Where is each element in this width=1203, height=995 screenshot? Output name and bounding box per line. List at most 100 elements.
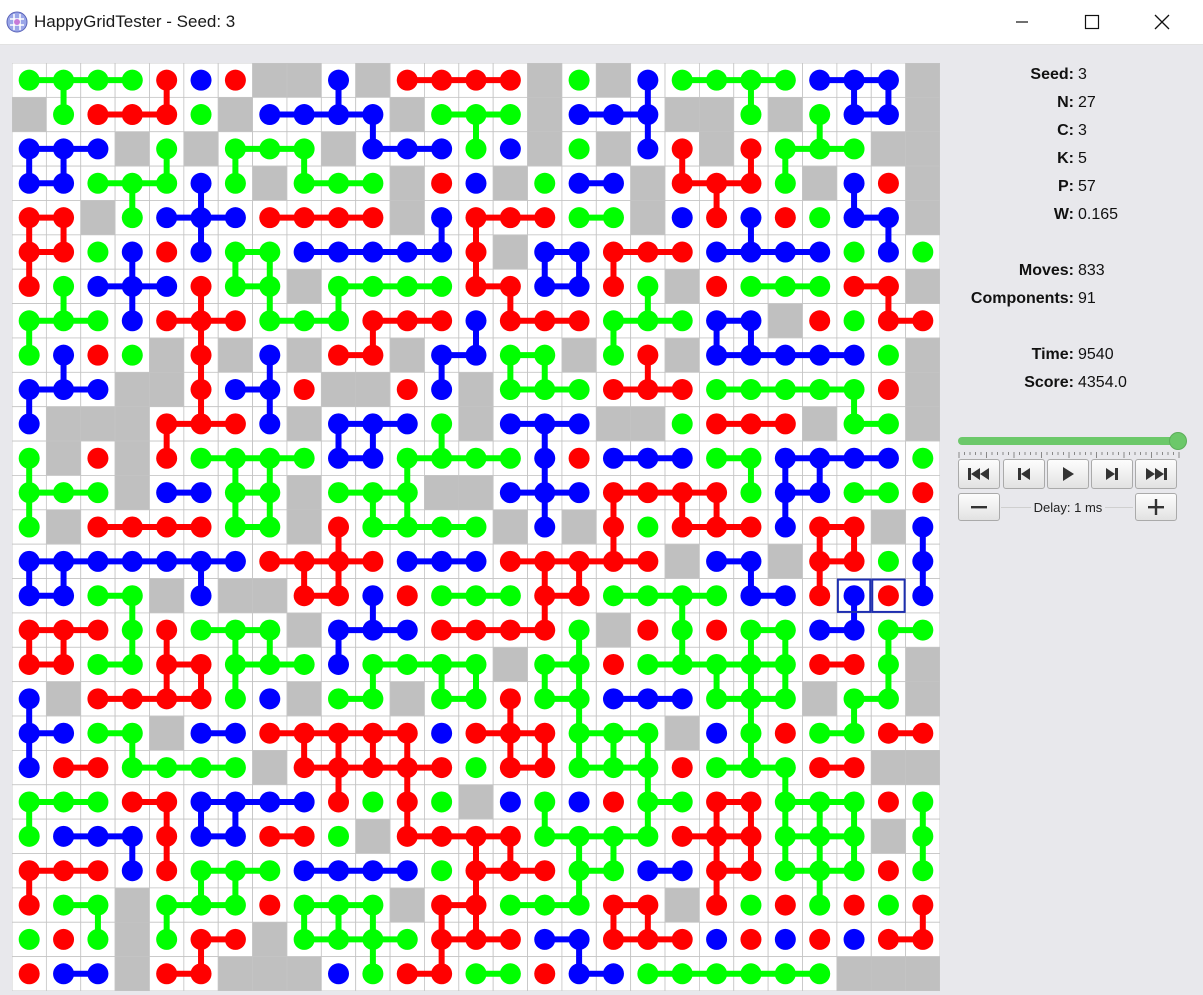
red-ball[interactable]: [431, 757, 453, 779]
red-ball[interactable]: [671, 516, 693, 538]
red-ball[interactable]: [18, 275, 40, 297]
red-ball[interactable]: [362, 310, 384, 332]
red-ball[interactable]: [740, 138, 762, 160]
red-ball[interactable]: [568, 550, 590, 572]
blue-ball[interactable]: [396, 619, 418, 641]
green-ball[interactable]: [602, 757, 624, 779]
green-ball[interactable]: [706, 963, 728, 985]
wall-cell[interactable]: [114, 131, 150, 167]
wall-cell[interactable]: [252, 921, 288, 958]
blue-ball[interactable]: [53, 963, 75, 985]
red-ball[interactable]: [534, 207, 556, 229]
close-button[interactable]: [1127, 0, 1197, 44]
blue-ball[interactable]: [53, 825, 75, 847]
red-ball[interactable]: [602, 379, 624, 401]
red-ball[interactable]: [87, 619, 109, 641]
green-ball[interactable]: [534, 688, 556, 710]
red-ball[interactable]: [877, 791, 899, 813]
red-ball[interactable]: [877, 722, 899, 744]
green-ball[interactable]: [431, 653, 453, 675]
red-ball[interactable]: [671, 172, 693, 194]
wall-cell[interactable]: [320, 131, 357, 167]
wall-cell[interactable]: [114, 956, 150, 991]
green-ball[interactable]: [602, 860, 624, 882]
green-ball[interactable]: [534, 379, 556, 401]
wall-cell[interactable]: [595, 63, 632, 98]
blue-ball[interactable]: [18, 585, 40, 607]
green-ball[interactable]: [328, 310, 350, 332]
red-ball[interactable]: [53, 928, 75, 950]
green-ball[interactable]: [637, 963, 659, 985]
green-ball[interactable]: [328, 172, 350, 194]
red-ball[interactable]: [912, 310, 934, 332]
wall-cell[interactable]: [699, 96, 735, 133]
game-grid[interactable]: [12, 63, 940, 991]
wall-cell[interactable]: [905, 681, 940, 717]
green-ball[interactable]: [740, 653, 762, 675]
blue-ball[interactable]: [534, 516, 556, 538]
green-ball[interactable]: [396, 482, 418, 504]
green-ball[interactable]: [912, 619, 934, 641]
red-ball[interactable]: [293, 757, 315, 779]
red-ball[interactable]: [190, 963, 212, 985]
green-ball[interactable]: [568, 207, 590, 229]
green-ball[interactable]: [843, 722, 865, 744]
blue-ball[interactable]: [602, 447, 624, 469]
red-ball[interactable]: [706, 825, 728, 847]
green-ball[interactable]: [293, 138, 315, 160]
blue-ball[interactable]: [259, 104, 281, 126]
green-ball[interactable]: [843, 825, 865, 847]
blue-ball[interactable]: [53, 172, 75, 194]
red-ball[interactable]: [602, 791, 624, 813]
green-ball[interactable]: [53, 104, 75, 126]
red-ball[interactable]: [396, 791, 418, 813]
green-ball[interactable]: [224, 516, 246, 538]
green-ball[interactable]: [843, 413, 865, 435]
green-ball[interactable]: [637, 825, 659, 847]
red-ball[interactable]: [843, 894, 865, 916]
red-ball[interactable]: [568, 447, 590, 469]
wall-cell[interactable]: [492, 234, 528, 270]
green-ball[interactable]: [18, 928, 40, 950]
wall-cell[interactable]: [389, 887, 425, 923]
red-ball[interactable]: [156, 310, 178, 332]
blue-ball[interactable]: [18, 413, 40, 435]
blue-ball[interactable]: [18, 688, 40, 710]
green-ball[interactable]: [431, 585, 453, 607]
blue-ball[interactable]: [671, 207, 693, 229]
green-ball[interactable]: [809, 825, 831, 847]
wall-cell[interactable]: [870, 750, 907, 786]
wall-cell[interactable]: [252, 956, 288, 991]
blue-ball[interactable]: [293, 791, 315, 813]
red-ball[interactable]: [190, 928, 212, 950]
green-ball[interactable]: [121, 619, 143, 641]
blue-ball[interactable]: [740, 241, 762, 263]
wall-cell[interactable]: [252, 750, 288, 786]
previous-button[interactable]: [1003, 459, 1045, 489]
green-ball[interactable]: [328, 275, 350, 297]
blue-ball[interactable]: [534, 482, 556, 504]
green-ball[interactable]: [774, 619, 796, 641]
wall-cell[interactable]: [286, 63, 322, 98]
red-ball[interactable]: [190, 310, 212, 332]
wall-cell[interactable]: [389, 165, 425, 201]
red-ball[interactable]: [809, 550, 831, 572]
slider-thumb[interactable]: [1169, 432, 1187, 450]
first-button[interactable]: [958, 459, 1000, 489]
green-ball[interactable]: [328, 482, 350, 504]
red-ball[interactable]: [671, 138, 693, 160]
blue-ball[interactable]: [602, 963, 624, 985]
green-ball[interactable]: [706, 585, 728, 607]
red-ball[interactable]: [602, 653, 624, 675]
red-ball[interactable]: [602, 482, 624, 504]
green-ball[interactable]: [18, 447, 40, 469]
blue-ball[interactable]: [465, 344, 487, 366]
blue-ball[interactable]: [87, 138, 109, 160]
wall-cell[interactable]: [458, 406, 494, 442]
green-ball[interactable]: [362, 516, 384, 538]
green-ball[interactable]: [18, 344, 40, 366]
blue-ball[interactable]: [809, 344, 831, 366]
wall-cell[interactable]: [252, 63, 288, 98]
blue-ball[interactable]: [190, 791, 212, 813]
green-ball[interactable]: [53, 894, 75, 916]
